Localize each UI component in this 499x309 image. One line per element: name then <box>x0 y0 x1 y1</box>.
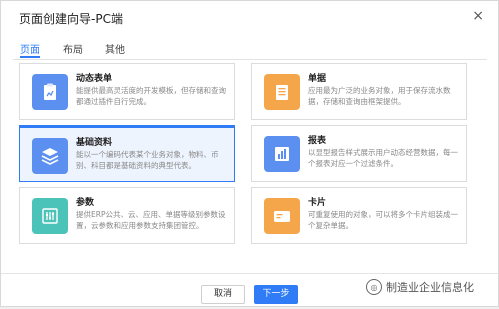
tab-bar: 页面 布局 其他 <box>13 39 487 60</box>
create-page-wizard-dialog: 页面创建向导-PC端 × 页面 布局 其他 动态表单 能提供最高灵活度的开发模板… <box>0 0 499 307</box>
tab-page[interactable]: 页面 <box>20 41 40 58</box>
document-icon <box>264 74 300 110</box>
card-dynamic-form[interactable]: 动态表单 能提供最高灵活度的开发模板，但存储和查询都通过插件自行完成。 <box>19 63 235 120</box>
tab-other[interactable]: 其他 <box>105 41 125 56</box>
card-title: 报表 <box>308 136 327 146</box>
card-desc: 提供ERP公共、云、应用、单据等级别参数设置，云参数和应用参数支持集团管控。 <box>76 210 226 230</box>
close-icon[interactable]: × <box>472 8 484 24</box>
next-button[interactable]: 下一步 <box>254 285 298 304</box>
card-card[interactable]: 卡片 可重复使用的对象，可以将多个卡片组装成一个复杂单据。 <box>251 187 467 244</box>
form-icon <box>32 74 68 110</box>
card-desc: 能提供最高灵活度的开发模板，但存储和查询都通过插件自行完成。 <box>76 86 226 106</box>
card-desc: 应用最为广泛的业务对象，用于保存流水数据，存储和查询由框架提供。 <box>308 86 451 106</box>
tab-layout[interactable]: 布局 <box>63 41 83 56</box>
card-document[interactable]: 单据 应用最为广泛的业务对象，用于保存流水数据，存储和查询由框架提供。 <box>251 63 467 120</box>
card-title: 动态表单 <box>76 74 113 84</box>
watermark: ◎ 制造业企业信息化 <box>366 279 474 295</box>
card-title: 基础资料 <box>76 138 113 148</box>
card-desc: 能以一个编码代表某个业务对象，物料、币别、科目都是基础资料的典型代表。 <box>76 150 219 170</box>
card-base-data[interactable]: 基础资料 能以一个编码代表某个业务对象，物料、币别、科目都是基础资料的典型代表。 <box>19 125 235 182</box>
card-desc: 可重复使用的对象，可以将多个卡片组装成一个复杂单据。 <box>308 210 458 230</box>
card-title: 参数 <box>76 198 95 208</box>
card-icon <box>264 198 300 234</box>
card-title: 卡片 <box>308 198 327 208</box>
card-parameters[interactable]: 参数 提供ERP公共、云、应用、单据等级别参数设置，云参数和应用参数支持集团管控… <box>19 187 235 244</box>
report-icon <box>264 136 300 172</box>
card-desc: 以显型报告样式展示用户动态经营数据，每一个报表对应一个过滤条件。 <box>308 148 458 168</box>
wechat-icon: ◎ <box>366 279 382 295</box>
card-report[interactable]: 报表 以显型报告样式展示用户动态经营数据，每一个报表对应一个过滤条件。 <box>251 125 467 182</box>
layers-icon <box>32 138 68 174</box>
dialog-title: 页面创建向导-PC端 <box>19 12 123 26</box>
sliders-icon <box>32 198 68 234</box>
cancel-button[interactable]: 取消 <box>201 285 245 304</box>
watermark-text: 制造业企业信息化 <box>386 281 474 294</box>
card-title: 单据 <box>308 74 327 84</box>
